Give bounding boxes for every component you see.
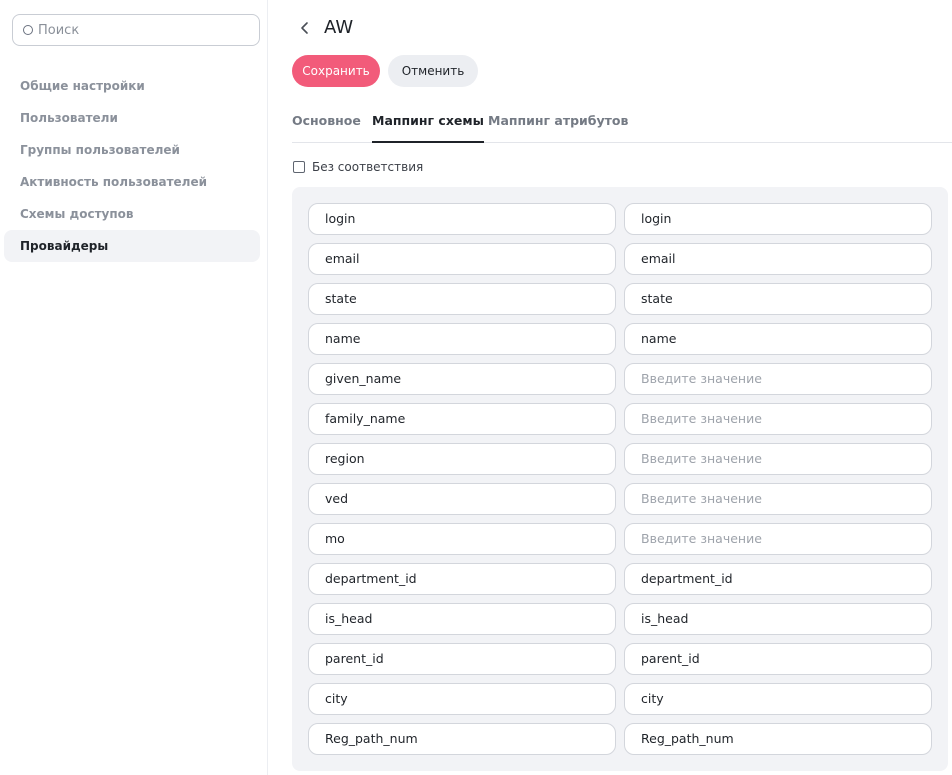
save-button[interactable]: Сохранить [292,55,380,87]
sidebar-item-providers[interactable]: Провайдеры [4,230,260,262]
chevron-left-icon[interactable] [298,19,312,37]
source-field[interactable]: mo [308,523,616,555]
sidebar-item-general-settings[interactable]: Общие настройки [4,70,260,102]
sidebar-item-user-groups[interactable]: Группы пользователей [4,134,260,166]
target-field[interactable]: Введите значение [624,443,932,475]
mapping-row: email email [308,243,932,275]
tab-bar: Основное Маппинг схемы Маппинг атрибутов [292,106,952,143]
target-field[interactable]: parent_id [624,643,932,675]
source-field[interactable]: department_id [308,563,616,595]
mapping-row: is_head is_head [308,603,932,635]
mapping-row: Reg_path_num Reg_path_num [308,723,932,755]
mapping-row: mo Введите значение [308,523,932,555]
cancel-button[interactable]: Отменить [388,55,478,87]
mapping-row: given_name Введите значение [308,363,932,395]
source-field[interactable]: region [308,443,616,475]
source-field[interactable]: family_name [308,403,616,435]
target-field[interactable]: Введите значение [624,483,932,515]
mapping-row: parent_id parent_id [308,643,932,675]
target-field[interactable]: Reg_path_num [624,723,932,755]
source-field[interactable]: city [308,683,616,715]
target-field[interactable]: city [624,683,932,715]
sidebar-nav: Общие настройки Пользователи Группы поль… [4,70,260,262]
search-box[interactable] [12,14,260,46]
source-field[interactable]: Reg_path_num [308,723,616,755]
source-field[interactable]: given_name [308,363,616,395]
source-field[interactable]: state [308,283,616,315]
mapping-row: city city [308,683,932,715]
target-field[interactable]: login [624,203,932,235]
mapping-row: state state [308,283,932,315]
tab-attribute-mapping[interactable]: Маппинг атрибутов [488,106,628,143]
target-field[interactable]: Введите значение [624,363,932,395]
target-field[interactable]: department_id [624,563,932,595]
mapping-row: name name [308,323,932,355]
tab-schema-mapping[interactable]: Маппинг схемы [372,106,484,143]
source-field[interactable]: login [308,203,616,235]
source-field[interactable]: is_head [308,603,616,635]
sidebar-item-access-schemes[interactable]: Схемы доступов [4,198,260,230]
target-field[interactable]: Введите значение [624,403,932,435]
mapping-row: ved Введите значение [308,483,932,515]
source-field[interactable]: ved [308,483,616,515]
search-icon [23,25,33,35]
no-mapping-label: Без соответствия [312,160,424,174]
source-field[interactable]: parent_id [308,643,616,675]
target-field[interactable]: email [624,243,932,275]
tab-general[interactable]: Основное [292,106,361,143]
sidebar-item-user-activity[interactable]: Активность пользователей [4,166,260,198]
mapping-row: department_id department_id [308,563,932,595]
search-input[interactable] [38,20,248,40]
no-mapping-option[interactable]: Без соответствия [293,159,423,175]
target-field[interactable]: is_head [624,603,932,635]
source-field[interactable]: name [308,323,616,355]
no-mapping-checkbox[interactable] [293,161,305,173]
mapping-row: family_name Введите значение [308,403,932,435]
mapping-row: region Введите значение [308,443,932,475]
mapping-panel: login login email email state state name name gi… [292,187,948,771]
mapping-row: login login [308,203,932,235]
source-field[interactable]: email [308,243,616,275]
sidebar-item-users[interactable]: Пользователи [4,102,260,134]
target-field[interactable]: name [624,323,932,355]
target-field[interactable]: Введите значение [624,523,932,555]
target-field[interactable]: state [624,283,932,315]
page-title: AW [324,17,354,38]
sidebar: Общие настройки Пользователи Группы поль… [0,0,268,775]
